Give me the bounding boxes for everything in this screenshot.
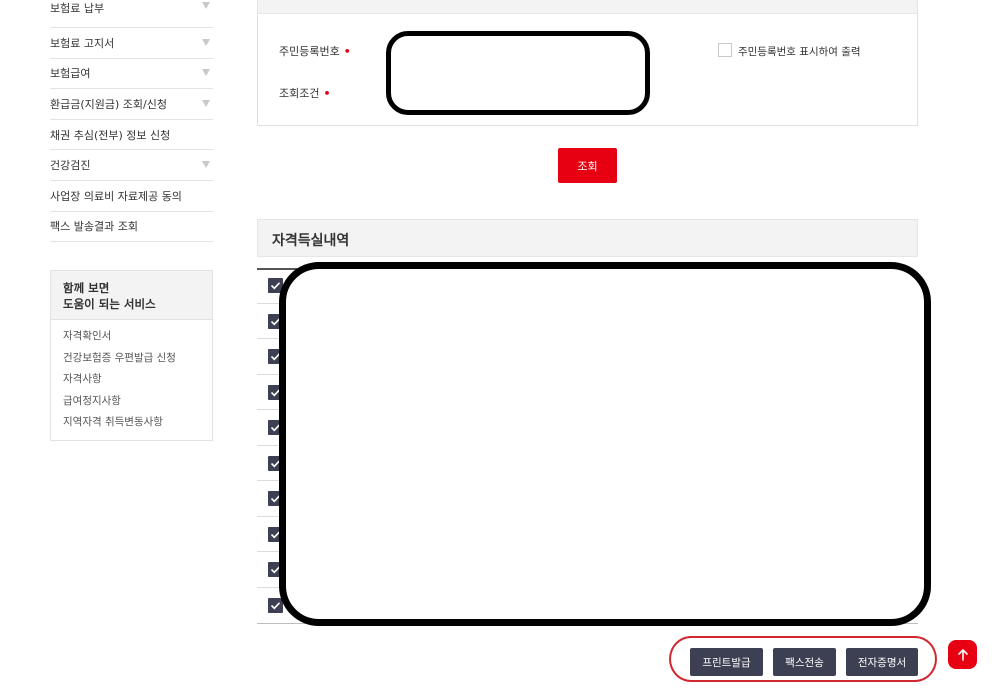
sidebar-item-label: 사업장 의료비 자료제공 동의: [50, 189, 182, 203]
checkmark-icon: [270, 282, 281, 290]
redacted-input-area: [386, 31, 650, 115]
related-link-qualification-cert[interactable]: 자격확인서: [63, 326, 200, 348]
sidebar-item-insurance-benefit[interactable]: 보험급여: [50, 59, 213, 90]
related-link-card-mail[interactable]: 건강보험증 우편발급 신청: [63, 348, 200, 370]
required-mark: •: [323, 87, 331, 100]
related-title-line1: 함께 보면: [63, 281, 110, 295]
sidebar-item-fax-result[interactable]: 팩스 발송결과 조회: [50, 212, 213, 243]
condition-label: 조회조건 •: [279, 85, 331, 101]
fax-send-button[interactable]: 팩스전송: [773, 648, 836, 676]
scroll-to-top-button[interactable]: [948, 640, 977, 669]
chevron-down-icon: [202, 69, 210, 77]
show-rrn-label: 주민등록번호 표시하여 출력: [738, 46, 861, 58]
sidebar-item-label: 채권 추심(전부) 정보 신청: [50, 128, 171, 142]
sidebar-item-premium-notice[interactable]: 보험료 고지서: [50, 28, 213, 59]
chevron-down-icon: [202, 1, 210, 9]
search-button[interactable]: 조회: [558, 148, 617, 183]
sidebar-item-premium-payment[interactable]: 보험료 납부: [50, 0, 213, 28]
sidebar-item-label: 건강검진: [50, 159, 91, 173]
checkmark-icon: [270, 601, 281, 609]
rrn-label: 주민등록번호 •: [279, 43, 351, 59]
related-link-benefit-suspension[interactable]: 급여정지사항: [63, 391, 200, 413]
e-certificate-button[interactable]: 전자증명서: [846, 648, 918, 676]
chevron-down-icon: [202, 38, 210, 46]
required-mark: •: [343, 45, 351, 58]
sidebar-item-label: 환급금(지원금) 조회/신청: [50, 97, 167, 111]
table-top-border: [257, 268, 297, 270]
chevron-down-icon: [202, 161, 210, 169]
sidebar-item-label: 보험급여: [50, 67, 91, 81]
chevron-down-icon: [202, 99, 210, 107]
related-services-box: 함께 보면 도움이 되는 서비스 자격확인서 건강보험증 우편발급 신청 자격사…: [50, 270, 213, 441]
results-title: 자격득실내역: [272, 233, 350, 249]
sidebar-menu: 보험료 납부 보험료 고지서 보험급여 환급금(지원금) 조회/신청 채권 추심…: [50, 0, 213, 243]
sidebar-item-health-checkup[interactable]: 건강검진: [50, 150, 213, 181]
sidebar-item-label: 팩스 발송결과 조회: [50, 220, 138, 234]
sidebar-item-label: 보험료 고지서: [50, 36, 115, 50]
sidebar-item-label: 보험료 납부: [50, 1, 105, 15]
related-services-links: 자격확인서 건강보험증 우편발급 신청 자격사항 급여정지사항 지역자격 취득변…: [51, 320, 212, 440]
redacted-table-content: [279, 262, 931, 626]
rrn-label-text: 주민등록번호: [279, 45, 340, 58]
show-rrn-checkbox[interactable]: [718, 43, 732, 57]
search-panel-top: [257, 0, 918, 13]
related-services-title: 함께 보면 도움이 되는 서비스: [51, 271, 212, 320]
condition-label-text: 조회조건: [279, 87, 320, 100]
sidebar-item-medical-data-consent[interactable]: 사업장 의료비 자료제공 동의: [50, 181, 213, 212]
sidebar: 보험료 납부 보험료 고지서 보험급여 환급금(지원금) 조회/신청 채권 추심…: [50, 0, 213, 243]
related-title-line2: 도움이 되는 서비스: [63, 297, 156, 311]
sidebar-item-refund[interactable]: 환급금(지원금) 조회/신청: [50, 89, 213, 120]
arrow-up-icon: [957, 649, 968, 661]
results-header: 자격득실내역: [257, 219, 918, 257]
related-link-regional-change[interactable]: 지역자격 취득변동사항: [63, 412, 200, 434]
related-link-qualification-info[interactable]: 자격사항: [63, 369, 200, 391]
sidebar-item-debt-collection[interactable]: 채권 추심(전부) 정보 신청: [50, 120, 213, 151]
print-issue-button[interactable]: 프린트발급: [690, 648, 763, 676]
